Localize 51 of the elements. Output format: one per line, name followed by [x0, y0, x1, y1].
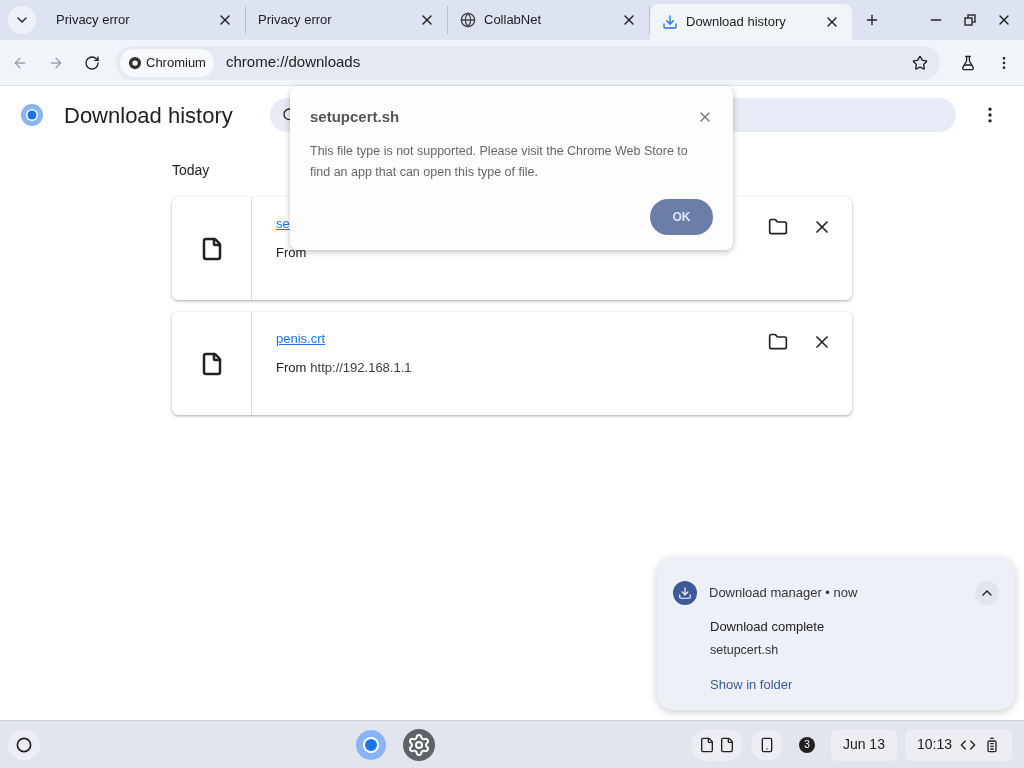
download-badge-icon [673, 581, 697, 605]
flask-icon[interactable] [960, 54, 976, 71]
launcher-button[interactable] [8, 728, 40, 761]
globe-icon [460, 12, 476, 28]
tab-title: Privacy error [56, 11, 131, 30]
file-icon [718, 736, 735, 753]
collapse-button[interactable] [975, 581, 999, 605]
folder-icon[interactable] [768, 332, 788, 352]
clock-time: 10:13 [916, 735, 952, 754]
tab-search-button[interactable] [8, 6, 36, 34]
gear-icon [407, 732, 432, 757]
tab[interactable]: Download history [650, 4, 852, 40]
file-link[interactable]: penis.crt [276, 331, 326, 346]
address-bar[interactable]: Chromium chrome://downloads [116, 45, 940, 80]
tab-title: CollabNet [484, 11, 543, 30]
holding-space-button[interactable] [690, 728, 743, 761]
page-title: Download history [64, 101, 234, 130]
download-icon [662, 14, 678, 30]
source-url: http://192.168.1.1 [310, 358, 412, 377]
bookmark-star-icon[interactable] [912, 54, 928, 71]
file-link[interactable]: se [276, 216, 290, 231]
date-button[interactable]: Jun 13 [830, 728, 897, 761]
tab-title: Download history [686, 13, 787, 32]
notification-filename: setupcert.sh [710, 641, 780, 659]
show-in-folder-link[interactable]: Show in folder [710, 675, 793, 695]
phone-hub-button[interactable] [750, 728, 783, 761]
new-tab-icon[interactable] [864, 12, 880, 28]
tab-title: Privacy error [258, 11, 333, 30]
tab[interactable]: Privacy error [44, 6, 246, 34]
url-text: chrome://downloads [225, 52, 362, 73]
tab[interactable]: Privacy error [246, 6, 448, 34]
status-area-button[interactable]: 10:13 [904, 728, 1012, 761]
from-label: From [276, 243, 307, 262]
downloads-logo-icon [20, 103, 44, 127]
dialog-title: setupcert.sh [310, 107, 400, 127]
site-chip[interactable]: Chromium [120, 48, 214, 77]
browser-app-icon[interactable] [355, 728, 388, 761]
notification-source: Download manager • now [709, 584, 858, 603]
reload-icon[interactable] [84, 54, 100, 71]
folder-icon[interactable] [768, 217, 788, 237]
dialog-message: This file type is not supported. Please visit the Chrome Web Store to find an app that can open this type of file. [310, 142, 689, 181]
notification-title: Download complete [710, 618, 826, 636]
settings-app-icon[interactable] [403, 728, 436, 761]
from-label: From [276, 358, 307, 377]
battery-icon [984, 736, 1000, 753]
section-heading: Today [172, 161, 210, 180]
restore-icon[interactable] [964, 14, 976, 26]
file-icon [698, 736, 715, 753]
notification-count[interactable]: 3 [798, 736, 815, 753]
circle-icon [16, 736, 32, 753]
chromium-logo-icon [128, 55, 142, 70]
